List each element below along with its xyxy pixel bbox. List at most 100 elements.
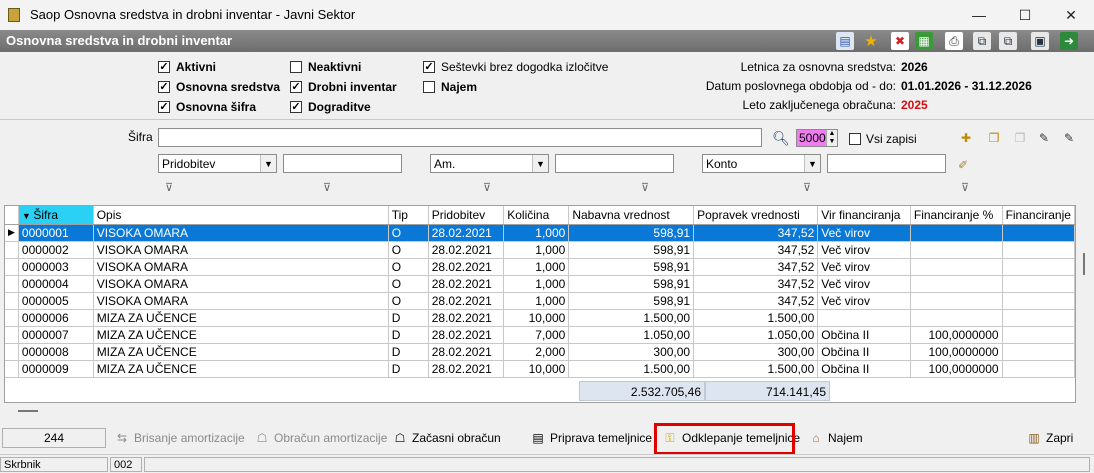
table-cell[interactable]: 28.02.2021 [428, 360, 505, 378]
filter-icon[interactable]: ⊽ [320, 181, 334, 194]
table-cell[interactable]: D [388, 309, 429, 327]
zapri-button[interactable]: ▥ Zapri [1026, 428, 1073, 448]
table-cell[interactable]: 0000004 [18, 275, 94, 293]
table-cell[interactable]: Več virov [817, 241, 911, 259]
table-cell[interactable]: 347,52 [693, 241, 819, 259]
column-header-financiranje-pct[interactable]: Financiranje % [910, 206, 1003, 225]
table-cell[interactable] [1002, 224, 1075, 242]
filter-najem[interactable]: Najem [423, 77, 608, 97]
filter-icon[interactable]: ⊽ [800, 181, 814, 194]
exit-icon[interactable]: ➜ [1060, 32, 1078, 50]
table-cell[interactable]: 347,52 [693, 292, 819, 310]
chevron-down-icon[interactable]: ▼ [804, 155, 820, 172]
scroll-thumb[interactable] [18, 410, 38, 412]
filter-sestevki[interactable]: ✓ Seštevki brez dogodka izločitve [423, 57, 608, 77]
filter-osnovna-sredstva[interactable]: ✓ Osnovna sredstva [158, 77, 280, 97]
konto-value-input[interactable] [827, 154, 946, 173]
table-cell[interactable]: 1.500,00 [693, 309, 819, 327]
print-icon[interactable]: ⎙ [945, 32, 963, 50]
row-indicator[interactable] [5, 241, 19, 259]
table-cell[interactable]: Občina II [817, 343, 911, 361]
search-icon[interactable]: 🔍︎ [772, 130, 790, 146]
delete-doc-icon[interactable]: ✖ [891, 32, 909, 50]
table-cell[interactable]: 0000009 [18, 360, 94, 378]
checkbox-dograditve[interactable]: ✓ [290, 101, 302, 113]
table-cell[interactable]: 598,91 [568, 292, 695, 310]
table-cell[interactable] [1002, 258, 1075, 276]
am-combo[interactable]: Am. ▼ [430, 154, 549, 173]
table-cell[interactable]: 1.500,00 [693, 360, 819, 378]
table-cell[interactable]: O [388, 258, 429, 276]
column-header-sifra[interactable]: ▼ Šifra [18, 206, 94, 225]
table-cell[interactable]: 347,52 [693, 258, 819, 276]
row-indicator[interactable] [5, 258, 19, 276]
table-cell[interactable]: MIZA ZA UČENCE [93, 343, 389, 361]
table-cell[interactable]: 2,000 [503, 343, 570, 361]
column-header-nabavna[interactable]: Nabavna vrednost [568, 206, 695, 225]
row-indicator[interactable] [5, 360, 19, 378]
priprava-temeljnice-button[interactable]: ▤ Priprava temeljnice [530, 428, 652, 448]
edit-multiple-icon[interactable]: ✎ [1061, 130, 1077, 146]
close-button[interactable]: ✕ [1048, 0, 1094, 30]
column-header-opis[interactable]: Opis [93, 206, 389, 225]
table-cell[interactable]: VISOKA OMARA [93, 292, 389, 310]
excel-icon[interactable]: ▦ [915, 32, 933, 50]
table-cell[interactable]: 100,0000000 [910, 326, 1003, 344]
table-cell[interactable]: D [388, 360, 429, 378]
table-cell[interactable] [817, 309, 911, 327]
table-cell[interactable] [910, 309, 1003, 327]
table-cell[interactable]: 1,000 [503, 275, 570, 293]
column-header-financiranje[interactable]: Financiranje [1002, 206, 1075, 225]
table-cell[interactable]: 0000002 [18, 241, 94, 259]
table-cell[interactable]: 1.050,00 [693, 326, 819, 344]
window-icon[interactable]: ▣ [1031, 32, 1049, 50]
filter-aktivni[interactable]: ✓ Aktivni [158, 57, 280, 77]
table-cell[interactable]: 1.500,00 [568, 309, 695, 327]
vertical-scrollbar[interactable] [1076, 205, 1090, 403]
table-cell[interactable]: O [388, 292, 429, 310]
table-row[interactable]: ▶ 0000001 VISOKA OMARA O 28.02.2021 1,000 598,… [5, 224, 1075, 242]
table-cell[interactable] [1002, 309, 1075, 327]
zacasni-obracun-button[interactable]: ☖ Začasni obračun [392, 428, 501, 448]
row-indicator[interactable] [5, 309, 19, 327]
konto-combo[interactable]: Konto ▼ [702, 154, 821, 173]
table-cell[interactable]: 0000008 [18, 343, 94, 361]
table-cell[interactable] [1002, 275, 1075, 293]
list-settings-icon[interactable]: ▤ [836, 32, 854, 50]
table-cell[interactable] [1002, 360, 1075, 378]
table-cell[interactable] [1002, 326, 1075, 344]
table-cell[interactable]: 0000003 [18, 258, 94, 276]
table-cell[interactable]: VISOKA OMARA [93, 258, 389, 276]
row-indicator[interactable] [5, 326, 19, 344]
table-cell[interactable]: 300,00 [693, 343, 819, 361]
assets-grid[interactable]: ▼ Šifra Opis Tip Pridobitev Količina Nab… [4, 205, 1076, 403]
table-cell[interactable]: Občina II [817, 360, 911, 378]
najem-button[interactable]: ⌂ Najem [808, 428, 862, 448]
checkbox-drobni-inventar[interactable]: ✓ [290, 81, 302, 93]
table-cell[interactable]: 0000006 [18, 309, 94, 327]
copy-record-icon[interactable]: ❐ [986, 130, 1002, 146]
table-cell[interactable]: MIZA ZA UČENCE [93, 326, 389, 344]
pridobitev-value-input[interactable] [283, 154, 402, 173]
checkbox-najem[interactable] [423, 81, 435, 93]
table-row[interactable]: 0000002 VISOKA OMARA O 28.02.2021 1,000 598,9… [5, 241, 1075, 259]
table-cell[interactable]: 1.500,00 [568, 360, 695, 378]
table-cell[interactable]: 598,91 [568, 258, 695, 276]
table-cell[interactable]: 598,91 [568, 224, 695, 242]
filter-icon[interactable]: ⊽ [958, 181, 972, 194]
column-header-pridobitev[interactable]: Pridobitev [428, 206, 505, 225]
table-cell[interactable] [910, 241, 1003, 259]
table-cell[interactable]: Več virov [817, 258, 911, 276]
table-cell[interactable]: O [388, 241, 429, 259]
favorite-star-icon[interactable]: ★ [862, 32, 880, 50]
table-cell[interactable]: MIZA ZA UČENCE [93, 360, 389, 378]
table-row[interactable]: 0000009 MIZA ZA UČENCE D 28.02.2021 10,000 1.… [5, 360, 1075, 378]
filter-icon[interactable]: ⊽ [162, 181, 176, 194]
pridobitev-combo[interactable]: Pridobitev ▼ [158, 154, 277, 173]
table-cell[interactable]: VISOKA OMARA [93, 241, 389, 259]
table-row[interactable]: 0000005 VISOKA OMARA O 28.02.2021 1,000 598,9… [5, 292, 1075, 310]
table-cell[interactable]: MIZA ZA UČENCE [93, 309, 389, 327]
table-cell[interactable] [1002, 241, 1075, 259]
column-header-vir[interactable]: Vir financiranja [817, 206, 911, 225]
table-cell[interactable]: 1,000 [503, 241, 570, 259]
